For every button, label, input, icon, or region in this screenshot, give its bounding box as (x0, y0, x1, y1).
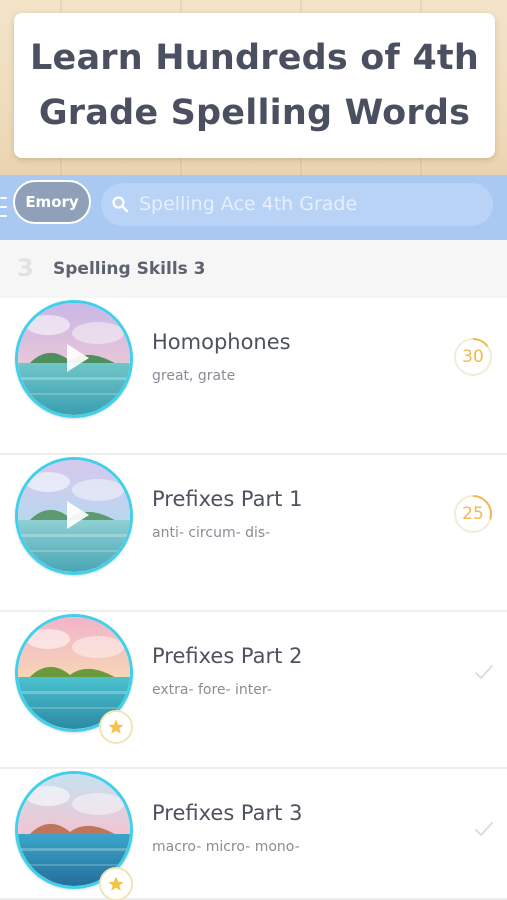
lesson-title: Prefixes Part 3 (152, 801, 303, 825)
play-icon[interactable] (55, 338, 95, 378)
play-icon[interactable] (55, 495, 95, 535)
star-icon (99, 867, 133, 900)
word-count: 30 (462, 347, 484, 367)
lesson-title: Homophones (152, 330, 291, 354)
lesson-subtitle: great, grate (152, 368, 236, 384)
lesson-row[interactable]: Prefixes Part 3 macro- micro- mono- (0, 769, 507, 900)
menu-icon[interactable] (0, 197, 8, 217)
promo-card: Learn Hundreds of 4th Grade Spelling Wor… (14, 13, 495, 158)
lesson-row[interactable]: Prefixes Part 1 anti- circum- dis- 25 (0, 455, 507, 612)
word-count: 25 (462, 504, 484, 524)
promo-title: Learn Hundreds of 4th Grade Spelling Wor… (30, 37, 479, 133)
star-icon (99, 710, 133, 744)
check-icon (475, 822, 493, 836)
lesson-subtitle: extra- fore- inter- (152, 682, 272, 698)
search-placeholder: Spelling Ace 4th Grade (139, 193, 358, 215)
lesson-row[interactable]: Prefixes Part 2 extra- fore- inter- (0, 612, 507, 769)
lesson-subtitle: anti- circum- dis- (152, 525, 271, 541)
check-icon (475, 665, 493, 679)
search-icon (112, 196, 129, 213)
section-number: 3 (17, 254, 34, 282)
section-title: Spelling Skills 3 (53, 259, 206, 279)
section-header: 3 Spelling Skills 3 (0, 240, 507, 298)
lesson-title: Prefixes Part 2 (152, 644, 303, 668)
lesson-subtitle: macro- micro- mono- (152, 839, 300, 855)
user-profile-button[interactable]: Emory (13, 180, 91, 224)
lesson-title: Prefixes Part 1 (152, 487, 303, 511)
lesson-row[interactable]: Homophones great, grate 30 (0, 298, 507, 455)
search-input[interactable]: Spelling Ace 4th Grade (101, 183, 493, 226)
